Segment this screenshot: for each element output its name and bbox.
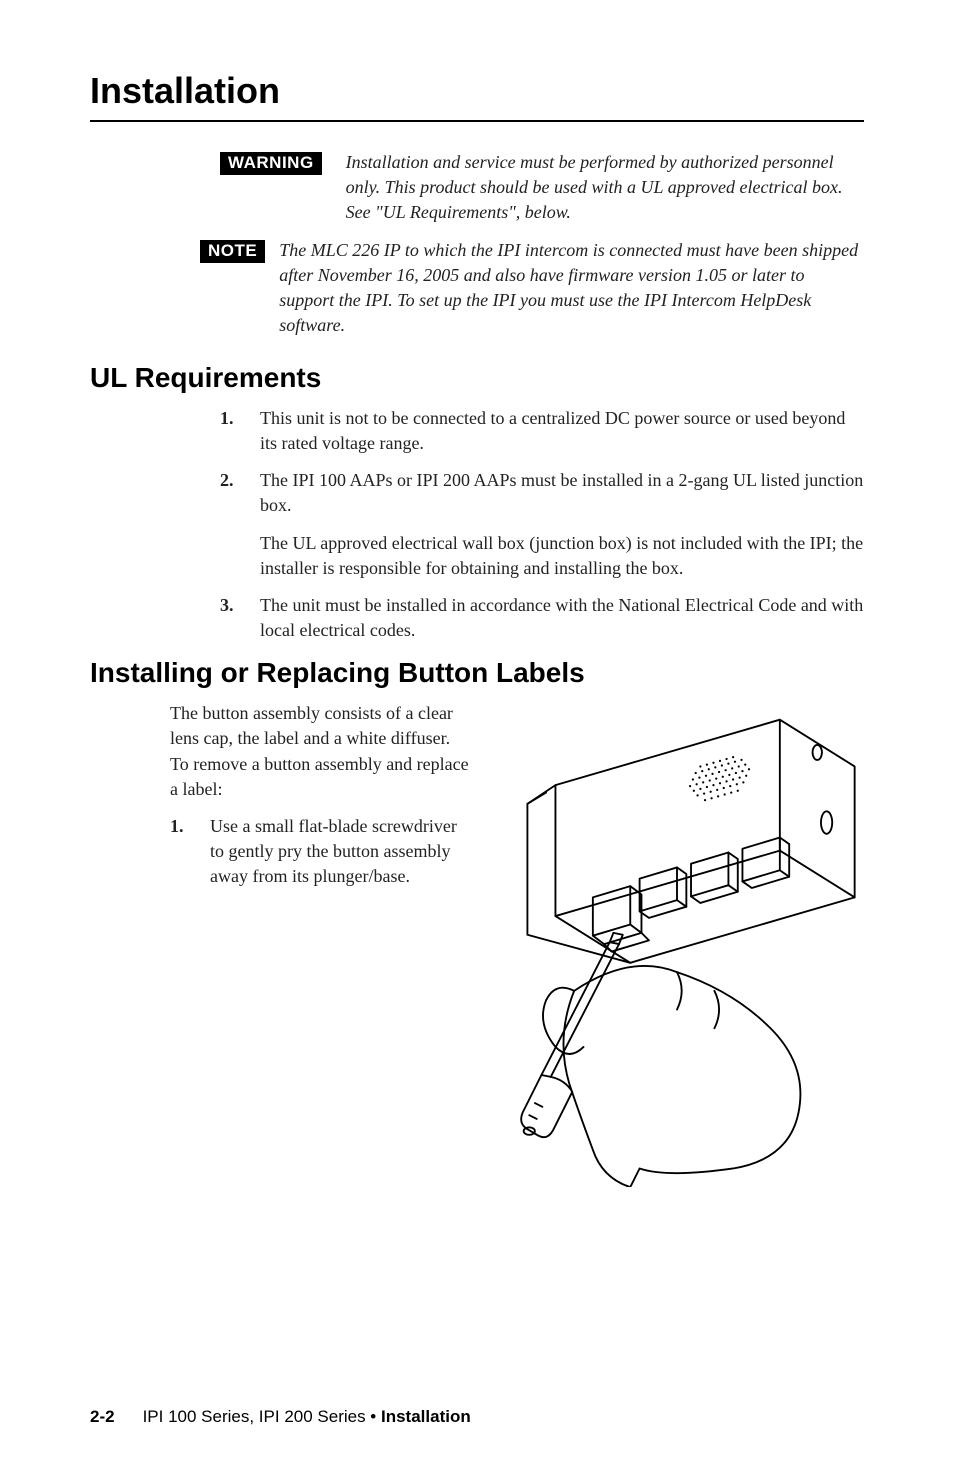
footer-text: IPI 100 Series, IPI 200 Series • Install… <box>143 1407 471 1427</box>
list-number: 1. <box>170 814 210 890</box>
footer-text-a: IPI 100 Series, IPI 200 Series • <box>143 1407 381 1426</box>
footer-text-b: Installation <box>381 1407 471 1426</box>
note-text: The MLC 226 IP to which the IPI intercom… <box>279 238 864 337</box>
list-text: Use a small flat-blade screwdriver to ge… <box>210 814 470 890</box>
list-number: 2. <box>220 468 260 518</box>
list-text: The unit must be installed in accordance… <box>260 593 864 643</box>
install-labels-intro: The button assembly consists of a clear … <box>170 701 470 802</box>
install-labels-heading: Installing or Replacing Button Labels <box>90 657 864 689</box>
ul-req-item-2-sub: The UL approved electrical wall box (jun… <box>260 531 864 581</box>
list-text: This unit is not to be connected to a ce… <box>260 406 864 456</box>
page-footer: 2-2 IPI 100 Series, IPI 200 Series • Ins… <box>90 1407 471 1427</box>
note-badge: NOTE <box>200 240 265 263</box>
footer-page-number: 2-2 <box>90 1407 115 1427</box>
warning-text: Installation and service must be perform… <box>346 150 864 224</box>
ul-requirements-heading: UL Requirements <box>90 362 864 394</box>
warning-badge: WARNING <box>220 152 322 175</box>
ul-req-item-3: 3. The unit must be installed in accorda… <box>220 593 864 643</box>
warning-callout: WARNING Installation and service must be… <box>220 150 864 224</box>
list-text: The IPI 100 AAPs or IPI 200 AAPs must be… <box>260 468 864 518</box>
list-number: 1. <box>220 406 260 456</box>
install-labels-step-1: 1. Use a small flat-blade screwdriver to… <box>170 814 470 890</box>
page-title: Installation <box>90 70 864 122</box>
note-callout: NOTE The MLC 226 IP to which the IPI int… <box>200 238 864 337</box>
ul-req-item-2: 2. The IPI 100 AAPs or IPI 200 AAPs must… <box>220 468 864 518</box>
list-number: 3. <box>220 593 260 643</box>
device-illustration <box>490 701 864 1187</box>
ul-req-item-1: 1. This unit is not to be connected to a… <box>220 406 864 456</box>
